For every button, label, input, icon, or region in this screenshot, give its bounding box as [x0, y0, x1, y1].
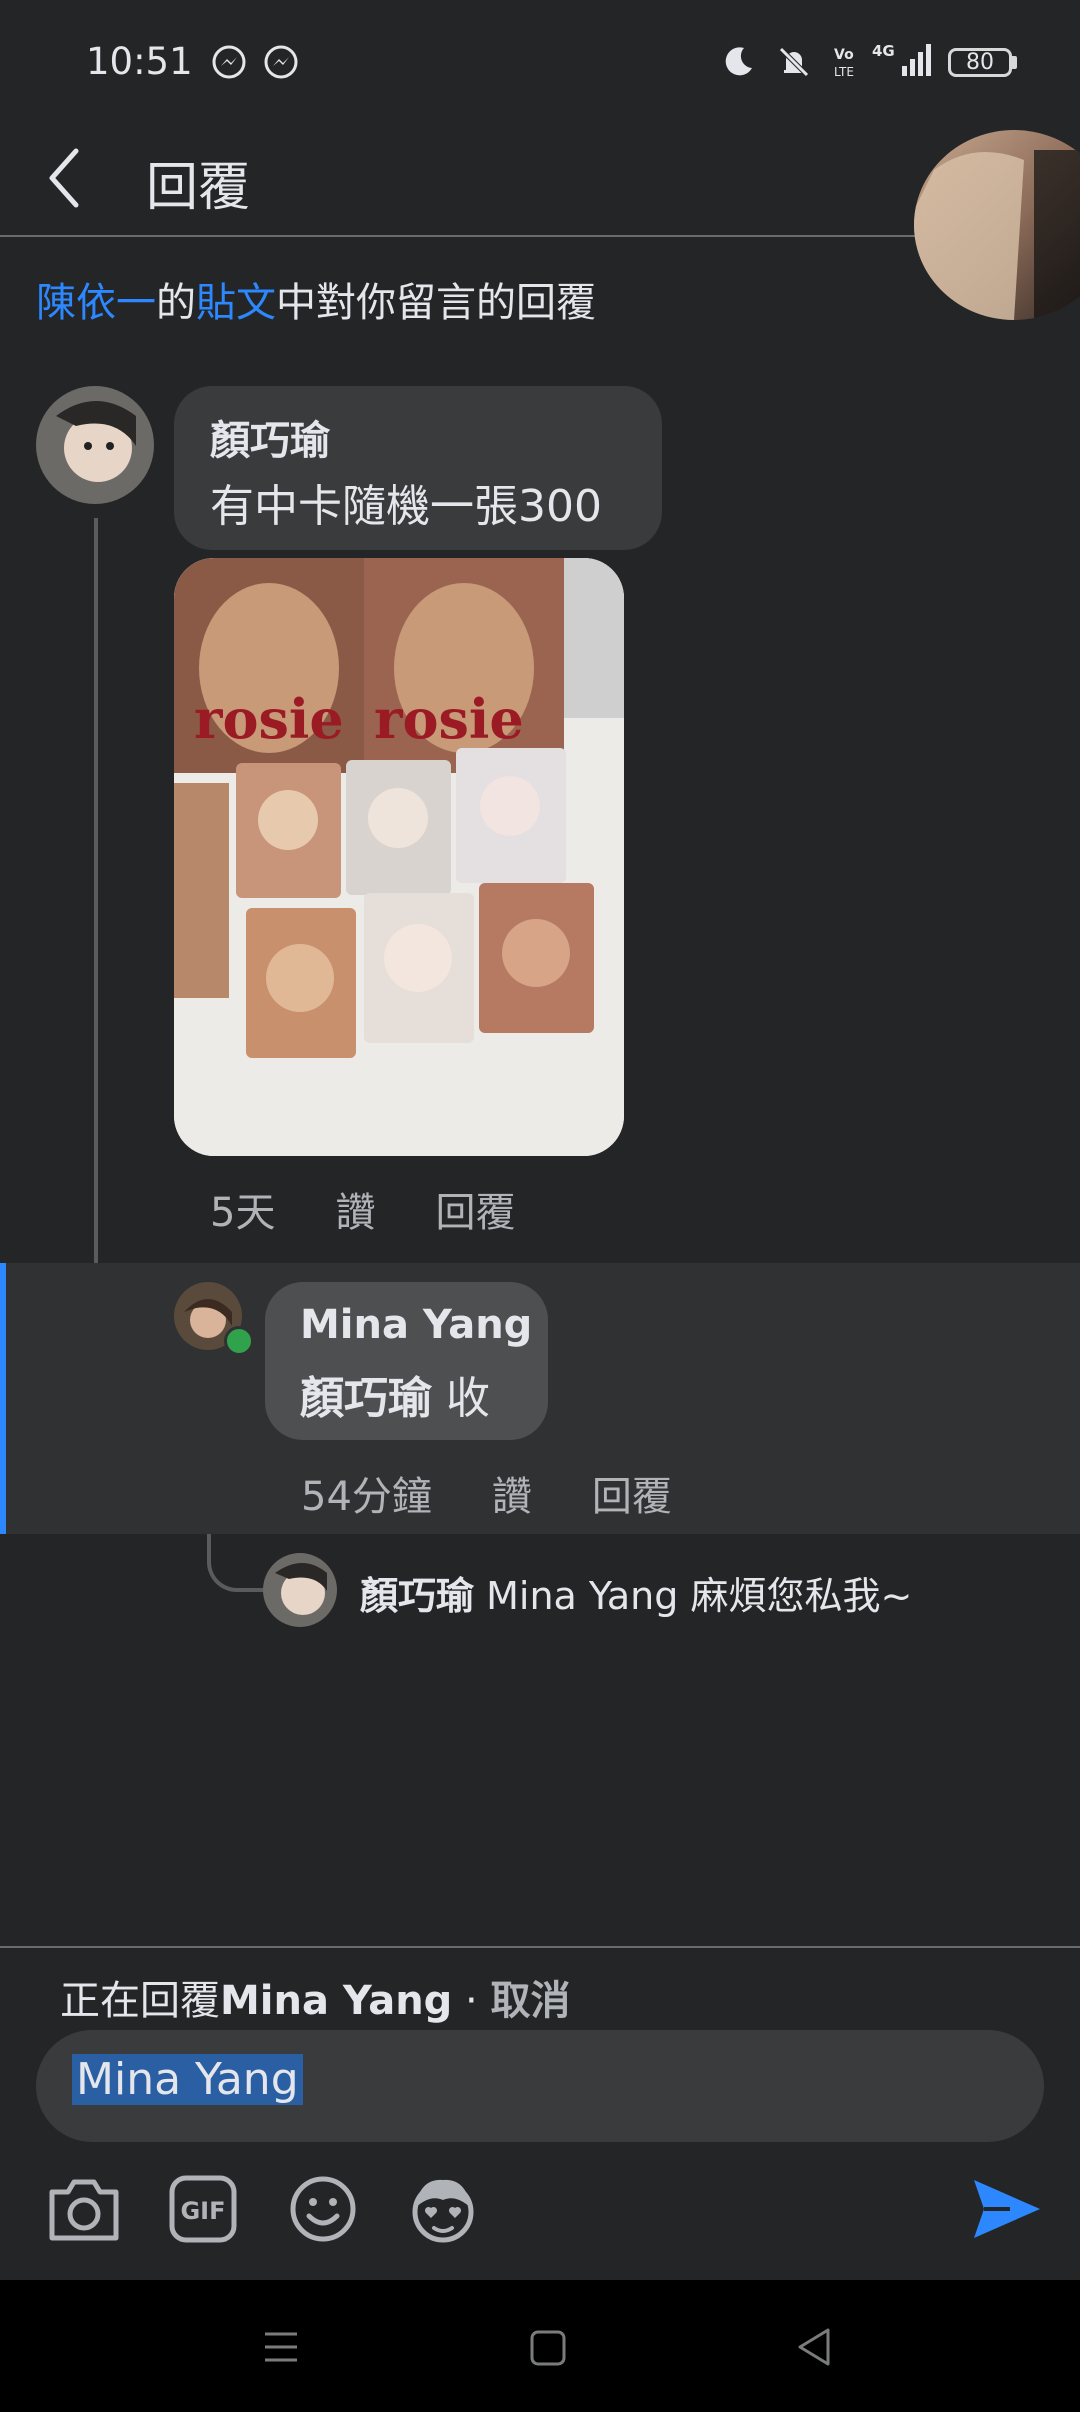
reply-button[interactable]: 回覆	[592, 1474, 672, 1520]
gif-icon[interactable]: GIF	[168, 2174, 238, 2244]
status-time: 10:51	[86, 40, 193, 83]
comment-body: 收	[446, 1373, 490, 1424]
home-icon[interactable]	[528, 2328, 568, 2368]
comment-author[interactable]: 顏巧瑜	[210, 408, 330, 466]
svg-text:Vo: Vo	[834, 47, 854, 63]
thread-line	[94, 518, 174, 1322]
mention-link[interactable]: 顏巧瑜	[300, 1373, 432, 1424]
context-line: 陳依一的貼文中對你留言的回覆	[36, 270, 596, 328]
online-indicator	[224, 1326, 254, 1356]
back-nav-icon[interactable]	[794, 2326, 834, 2368]
signal-4g-icon: 4G	[872, 42, 931, 76]
avatar[interactable]	[36, 386, 154, 504]
camera-icon[interactable]	[46, 2174, 122, 2244]
page-title: 回覆	[146, 158, 251, 218]
emoji-icon[interactable]	[288, 2174, 358, 2244]
menu-icon[interactable]	[262, 2328, 300, 2366]
photo-lettering: rosie	[194, 687, 344, 751]
send-icon[interactable]	[970, 2176, 1042, 2242]
comment-text: 有中卡隨機一張300	[210, 481, 602, 532]
avatar[interactable]	[263, 1553, 337, 1627]
comment-bubble[interactable]: 顏巧瑜 有中卡隨機一張300	[174, 386, 662, 550]
status-bar: 10:51 Vo LTE 4G 80	[0, 0, 1080, 125]
like-button[interactable]: 讚	[335, 1190, 375, 1236]
context-text: 中對你留言的回覆	[276, 280, 596, 326]
context-text: 的	[156, 280, 196, 326]
comment-text: Mina Yang 麻煩您私我~	[486, 1574, 913, 1618]
battery-tip	[1012, 56, 1017, 69]
comment-time: 54分鐘	[301, 1474, 432, 1520]
like-button[interactable]: 讚	[492, 1474, 532, 1520]
separator: ·	[452, 1978, 491, 2024]
avatar-sticker-icon[interactable]	[406, 2172, 480, 2246]
photo-lettering: rosie	[374, 687, 524, 751]
messenger-icon	[212, 45, 246, 79]
cancel-reply-button[interactable]: 取消	[490, 1978, 570, 2024]
comment-photo[interactable]: rosie rosie	[174, 558, 624, 1156]
moon-icon	[725, 47, 752, 76]
back-button[interactable]	[32, 143, 102, 213]
chevron-left-icon	[49, 148, 79, 208]
comment-author[interactable]: 顏巧瑜	[360, 1574, 474, 1618]
post-link[interactable]: 貼文	[196, 280, 276, 326]
system-nav-bar	[0, 2280, 1080, 2412]
comment-bubble[interactable]: Mina Yang 顏巧瑜 收	[265, 1282, 548, 1440]
replying-name: Mina Yang	[220, 1978, 453, 2024]
comment-input-value[interactable]: Mina Yang	[72, 2054, 303, 2105]
messenger-icon	[264, 45, 298, 79]
highlight-bar	[0, 1263, 6, 1534]
comment-time: 5天	[210, 1190, 276, 1236]
bell-muted-icon	[779, 47, 809, 77]
replying-prefix: 正在回覆	[60, 1978, 220, 2024]
comment-author[interactable]: Mina Yang	[300, 1302, 532, 1348]
battery-indicator: 80	[948, 48, 1012, 77]
comment-text: 顏巧瑜 收	[300, 1362, 490, 1426]
replying-to-bar: 正在回覆Mina Yang · 取消	[60, 1968, 570, 2026]
comment-actions: 5天 讚 回覆	[210, 1180, 575, 1238]
post-author-link[interactable]: 陳依一	[36, 280, 156, 326]
svg-text:LTE: LTE	[834, 65, 854, 79]
reply-button[interactable]: 回覆	[435, 1190, 515, 1236]
svg-text:4G: 4G	[872, 42, 895, 60]
svg-text:GIF: GIF	[180, 2197, 225, 2225]
collapsed-reply[interactable]: 顏巧瑜 Mina Yang 麻煩您私我~	[360, 1565, 912, 1620]
comment-actions: 54分鐘 讚 回覆	[301, 1464, 732, 1522]
volte-icon: Vo LTE	[834, 47, 854, 79]
comment-input[interactable]: Mina Yang	[36, 2030, 1044, 2142]
composer: 正在回覆Mina Yang · 取消 Mina Yang GIF	[0, 1946, 1080, 2280]
